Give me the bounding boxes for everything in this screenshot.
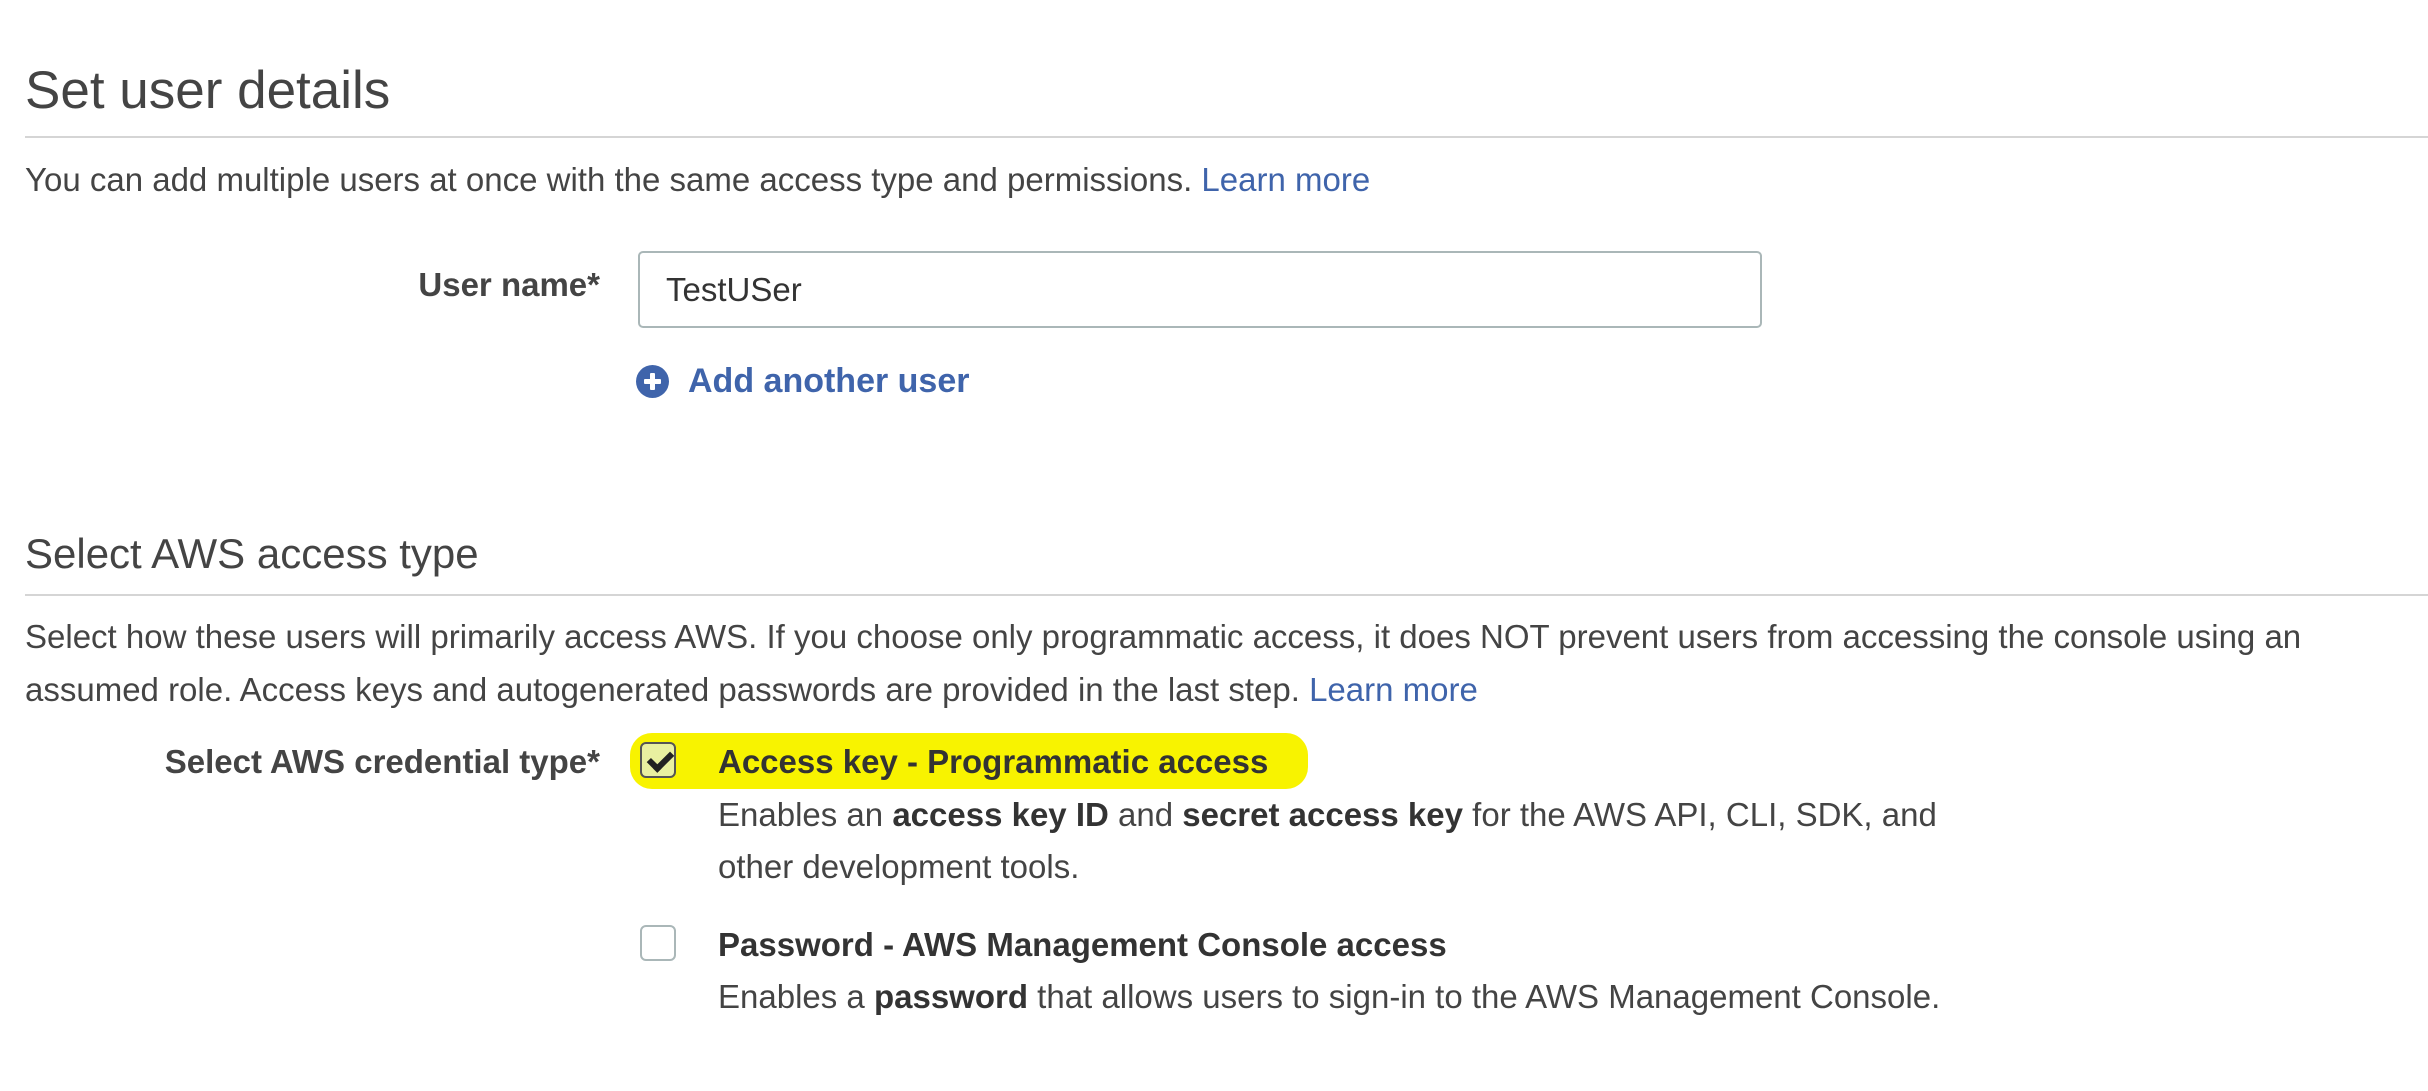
access-key-option-description: Enables an access key ID and secret acce… <box>718 789 1937 893</box>
option-desc-bold: password <box>873 978 1028 1015</box>
credential-type-label: Select AWS credential type* <box>164 743 600 780</box>
option-desc-bold: secret access key <box>1182 796 1463 833</box>
user-name-input[interactable] <box>638 251 1762 328</box>
iam-add-user-page: Set user details You can add multiple us… <box>0 0 2428 1091</box>
access-type-heading: Select AWS access type <box>25 530 479 577</box>
access-type-description: Select how these users will primarily ac… <box>25 610 2420 716</box>
option-desc-text: that allows users to sign-in to the AWS … <box>1028 978 1941 1015</box>
plus-circle-icon <box>636 365 669 398</box>
user-details-description: You can add multiple users at once with … <box>25 153 1370 206</box>
password-checkbox[interactable] <box>640 925 676 961</box>
set-user-details-heading: Set user details <box>25 61 391 120</box>
learn-more-link[interactable]: Learn more <box>1201 161 1370 198</box>
option-desc-text: Enables an <box>718 796 893 833</box>
password-option-description: Enables a password that allows users to … <box>718 971 1940 1023</box>
section-divider <box>25 136 2428 138</box>
password-option-title: Password - AWS Management Console access <box>718 926 1447 963</box>
option-desc-text: for the AWS API, CLI, SDK, and <box>1463 796 1937 833</box>
access-type-description-text: Select how these users will primarily ac… <box>25 618 2302 708</box>
learn-more-link[interactable]: Learn more <box>1309 671 1478 708</box>
option-desc-text: and <box>1108 796 1183 833</box>
user-name-label: User name* <box>418 266 600 303</box>
option-desc-text: Enables a <box>718 978 874 1015</box>
add-another-user-button[interactable]: Add another user <box>636 362 969 401</box>
access-key-checkbox[interactable] <box>640 742 676 778</box>
access-key-option-title: Access key - Programmatic access <box>718 743 1269 780</box>
section-divider <box>25 594 2428 596</box>
option-desc-bold: access key ID <box>892 796 1109 833</box>
option-desc-text: other development tools. <box>718 848 1080 885</box>
user-details-description-text: You can add multiple users at once with … <box>25 161 1193 198</box>
add-another-user-label: Add another user <box>688 362 970 400</box>
